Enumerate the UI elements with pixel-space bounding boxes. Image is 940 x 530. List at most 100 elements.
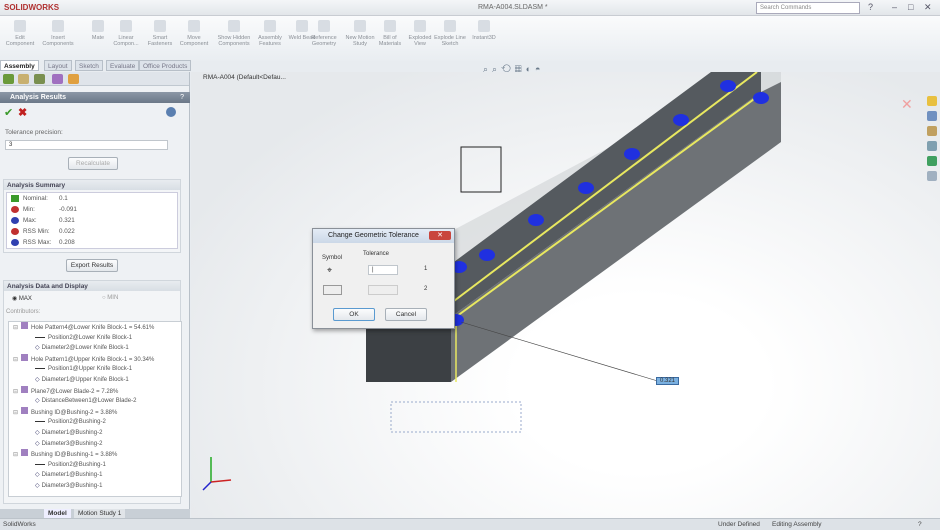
tree-item[interactable]: ◇ Diameter3@Bushing-2 (9, 439, 181, 450)
status-app: SolidWorks (3, 521, 36, 528)
tree-item[interactable]: ◇ Diameter1@Bushing-2 (9, 428, 181, 439)
summary-row: Nominal: 0.1 (7, 193, 177, 204)
minimize-icon[interactable]: – (892, 2, 897, 12)
custom-properties-icon[interactable] (927, 171, 937, 181)
tree-item-label: Diameter1@Upper Knife Block-1 (41, 376, 129, 383)
feature-tree-tab-icon[interactable] (3, 74, 14, 84)
exit-x-icon[interactable]: ✕ (901, 96, 913, 113)
tree-root-label[interactable]: RMA-A004 (Default<Defau... (203, 74, 286, 81)
tree-item[interactable]: Position2@Lower Knife Block-1 (9, 333, 181, 344)
tree-item[interactable]: ⊟ Hole Pattern1@Upper Knife Block-1 = 30.… (9, 353, 181, 365)
analysis-summary-header[interactable]: Analysis Summary (4, 180, 180, 190)
property-manager-tab-icon[interactable] (18, 74, 29, 84)
check-icon (11, 195, 19, 202)
row-1-label: 1 (424, 266, 428, 272)
tree-item[interactable]: ⊟ Hole Pattern4@Lower Knife Block-1 = 54.… (9, 322, 181, 333)
ribbon-button-0[interactable]: Edit Component (2, 20, 38, 47)
file-explorer-icon[interactable] (927, 126, 937, 136)
tolerance-marker[interactable] (578, 182, 594, 194)
tree-item[interactable]: Position1@Upper Knife Block-1 (9, 364, 181, 375)
ribbon-button-6[interactable]: Show Hidden Components (216, 20, 252, 47)
tolerance-marker[interactable] (528, 214, 544, 226)
tab-assembly[interactable]: Assembly (0, 60, 39, 71)
tolerance-marker[interactable] (753, 92, 769, 104)
analysis-data-section: Analysis Data and Display ◉ MAX ○ MIN Co… (3, 280, 182, 504)
ribbon-button-13[interactable]: Explode Line Sketch (432, 20, 468, 47)
tolerance-precision-input[interactable]: 3 (5, 140, 168, 150)
resources-icon[interactable] (927, 96, 937, 106)
tolerance-marker[interactable] (479, 249, 495, 261)
position-symbol-button[interactable]: ⌖ (327, 265, 332, 276)
tolerance-label: Tolerance (363, 251, 390, 257)
tolerance-icon (11, 228, 19, 235)
tab-layout[interactable]: Layout (44, 60, 72, 71)
distance-icon (35, 368, 45, 370)
tolerance-input-1[interactable]: | (368, 265, 398, 275)
tolerance-marker[interactable] (673, 114, 689, 126)
property-manager: Analysis Results ? ✔ ✖ Tolerance precisi… (0, 72, 190, 510)
tree-item-label: Diameter1@Bushing-2 (41, 429, 103, 436)
dialog-close-button[interactable]: ✕ (429, 231, 451, 240)
ok-button[interactable]: OK (333, 308, 375, 321)
max-callout[interactable]: 0.321 (656, 377, 680, 385)
export-results-button[interactable]: Export Results (66, 259, 118, 272)
tab-sketch[interactable]: Sketch (75, 60, 103, 71)
tree-item[interactable]: ◇ Diameter1@Upper Knife Block-1 (9, 375, 181, 386)
graphics-area[interactable]: RMA-A004 (Default<Defau... 0.321 ⌕⌕⟲▦◐◓ … (191, 64, 940, 518)
ribbon-button-1[interactable]: Insert Components (40, 20, 76, 47)
ribbon-button-14[interactable]: Instant3D (466, 20, 502, 41)
tolerance-marker[interactable] (624, 148, 640, 160)
radio-min[interactable]: ○ MIN (102, 295, 118, 301)
tree-item[interactable]: ⊟ Bushing ID@Bushing-2 = 3.88% (9, 406, 181, 418)
tolerance-marker[interactable] (720, 80, 736, 92)
ribbon-button-5[interactable]: Move Component (176, 20, 212, 47)
ribbon-button-7[interactable]: Assembly Features (252, 20, 288, 47)
tab-model[interactable]: Model (44, 509, 71, 518)
tree-item[interactable]: ◇ DistanceBetween1@Lower Blade-2 (9, 396, 181, 407)
tab-motion-study[interactable]: Motion Study 1 (74, 509, 126, 518)
maximize-icon[interactable]: □ (908, 2, 913, 12)
ribbon-icon (384, 20, 396, 32)
tree-item[interactable]: ⊟ Plane7@Lower Blade-2 = 7.28% (9, 385, 181, 397)
tab-office-products[interactable]: Office Products (139, 60, 192, 71)
design-library-icon[interactable] (927, 111, 937, 121)
tree-item[interactable]: ⊟ Bushing ID@Bushing-1 = 3.88% (9, 449, 181, 460)
tolerance-input-2[interactable] (368, 285, 398, 295)
document-title: RMA-A004.SLDASM * (478, 4, 548, 11)
tree-item[interactable]: ◇ Diameter1@Bushing-1 (9, 470, 181, 481)
search-icon[interactable] (927, 141, 937, 151)
dimxpert-tab-icon[interactable] (52, 74, 63, 84)
tree-item[interactable]: ◇ Diameter2@Lower Knife Block-1 (9, 343, 181, 354)
recalculate-button[interactable]: Recalculate (68, 157, 118, 170)
panel-title: Analysis Results (0, 92, 190, 103)
back-icon[interactable] (166, 107, 176, 117)
tree-item[interactable]: ◇ Diameter3@Bushing-1 (9, 481, 181, 492)
help-icon[interactable]: ? (868, 2, 873, 12)
symbol-button-2[interactable] (323, 285, 342, 295)
ribbon-button-3[interactable]: Linear Compon... (108, 20, 144, 47)
ribbon-label: Mate (91, 35, 105, 41)
close-icon[interactable]: ✕ (924, 2, 932, 13)
tab-evaluate[interactable]: Evaluate (106, 60, 140, 71)
cancel-button[interactable]: Cancel (385, 308, 427, 321)
tree-item[interactable]: Position2@Bushing-1 (9, 460, 181, 471)
ribbon-label: Move Component (179, 35, 209, 47)
axis-z (202, 481, 212, 491)
radio-max[interactable]: ◉ MAX (12, 295, 32, 302)
tree-item[interactable]: Position2@Bushing-2 (9, 417, 181, 428)
display-tab-icon[interactable] (68, 74, 79, 84)
cancel-x-icon[interactable]: ✖ (18, 106, 27, 119)
ok-check-icon[interactable]: ✔ (4, 106, 13, 119)
view-toolbar[interactable]: ⌕⌕⟲▦◐◓ (483, 64, 544, 75)
help-button[interactable]: ? (180, 94, 184, 101)
ribbon-button-9[interactable]: Reference Geometry (306, 20, 342, 47)
status-mode: Editing Assembly (772, 521, 822, 528)
appearances-icon[interactable] (927, 156, 937, 166)
summary-value: 0.1 (59, 195, 68, 202)
analysis-data-header[interactable]: Analysis Data and Display (4, 281, 180, 291)
ribbon-button-4[interactable]: Smart Fasteners (142, 20, 178, 47)
status-help[interactable]: ? (918, 521, 922, 528)
tree-item-label: Hole Pattern4@Lower Knife Block-1 = 54.6… (31, 325, 155, 331)
config-tab-icon[interactable] (34, 74, 45, 84)
search-commands-input[interactable]: Search Commands (756, 2, 860, 14)
